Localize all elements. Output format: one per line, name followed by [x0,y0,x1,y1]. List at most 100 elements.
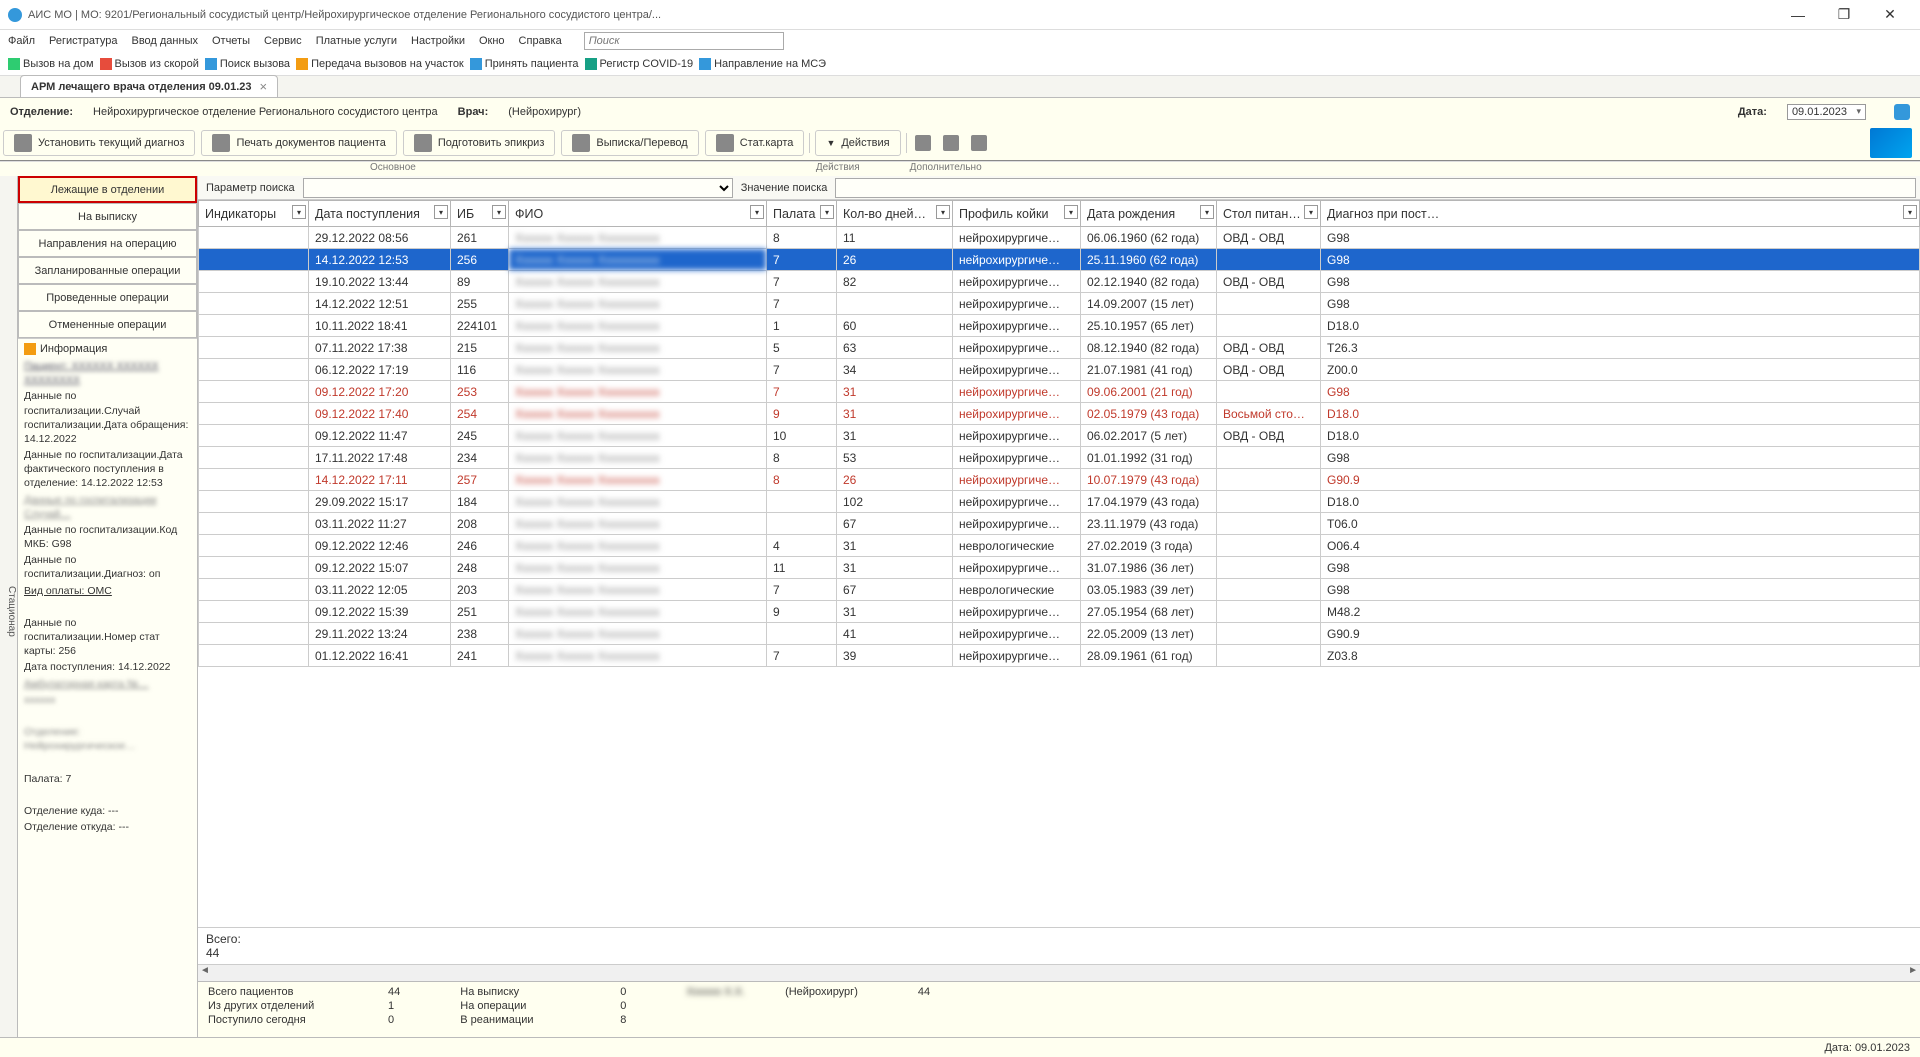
menu-reports[interactable]: Отчеты [212,35,250,47]
column-header[interactable]: Диагноз при пост…▾ [1321,201,1920,227]
nav-op-planned[interactable]: Запланированные операции [18,257,197,284]
btn-epicrisis[interactable]: Подготовить эпикриз [403,130,556,156]
minimize-button[interactable]: ― [1776,1,1820,29]
menu-search-input[interactable] [584,32,784,50]
column-header[interactable]: Дата поступления▾ [309,201,451,227]
nav-op-done[interactable]: Проведенные операции [18,284,197,311]
table-row[interactable]: 03.11.2022 12:05203Хххххх Хххххх Ххххххх… [199,579,1920,601]
filter-icon[interactable]: ▾ [750,205,764,219]
patient-link[interactable]: Пациент: ХХХХХХ ХХХХХХ ХХХХХХХХ [24,359,191,387]
quick-btn[interactable]: Принять пациента [470,58,579,70]
tab-arm[interactable]: АРМ лечащего врача отделения 09.01.23 × [20,75,278,97]
doctor-spec: (Нейрохирург) [508,106,581,118]
group-extra: Дополнительно [910,162,982,176]
extra-btn-3[interactable] [967,131,991,155]
table-row[interactable]: 09.12.2022 15:07248Хххххх Хххххх Ххххххх… [199,557,1920,579]
table-row[interactable]: 09.12.2022 11:47245Хххххх Хххххх Ххххххх… [199,425,1920,447]
menu-file[interactable]: Файл [8,35,35,47]
quick-btn[interactable]: Поиск вызова [205,58,290,70]
nav-discharge[interactable]: На выписку [18,203,197,230]
column-header[interactable]: Дата рождения▾ [1081,201,1217,227]
column-header[interactable]: ФИО▾ [509,201,767,227]
close-button[interactable]: ✕ [1868,1,1912,29]
column-header[interactable]: Индикаторы▾ [199,201,309,227]
form-icon [915,135,931,151]
search-param-select[interactable] [303,178,733,198]
horizontal-scrollbar[interactable] [198,964,1920,981]
table-row[interactable]: 07.11.2022 17:38215Хххххх Хххххх Ххххххх… [199,337,1920,359]
btn-set-diagnosis[interactable]: Установить текущий диагноз [3,130,195,156]
extra-btn-2[interactable] [939,131,963,155]
tab-label: АРМ лечащего врача отделения 09.01.23 [31,81,252,93]
quick-btn[interactable]: Вызов на дом [8,58,94,70]
quick-btn[interactable]: Направление на МСЭ [699,58,826,70]
filter-icon[interactable]: ▾ [1304,205,1318,219]
menu-settings[interactable]: Настройки [411,35,465,47]
table-row[interactable]: 14.12.2022 17:11257Хххххх Хххххх Ххххххх… [199,469,1920,491]
filter-icon[interactable]: ▾ [434,205,448,219]
archive-icon [943,135,959,151]
ambul-link[interactable]: Амбулаторная карта №… [24,677,191,691]
card-icon [716,134,734,152]
table-row[interactable]: 29.12.2022 08:56261Хххххх Хххххх Ххххххх… [199,227,1920,249]
maximize-button[interactable]: ❐ [1822,1,1866,29]
table-row[interactable]: 29.09.2022 15:17184Хххххх Хххххх Ххххххх… [199,491,1920,513]
btn-print-docs[interactable]: Печать документов пациента [201,130,396,156]
patient-grid[interactable]: Индикаторы▾Дата поступления▾ИБ▾ФИО▾Палат… [198,200,1920,927]
column-header[interactable]: Стол питан…▾ [1217,201,1321,227]
filter-icon[interactable]: ▾ [1064,205,1078,219]
menu-paid[interactable]: Платные услуги [316,35,397,47]
menu-registry[interactable]: Регистратура [49,35,117,47]
menu-help[interactable]: Справка [519,35,562,47]
quick-toolbar: Вызов на дом Вызов из скорой Поиск вызова П… [0,52,1920,76]
table-row[interactable]: 01.12.2022 16:41241Хххххх Хххххх Ххххххх… [199,645,1920,667]
quick-btn[interactable]: Вызов из скорой [100,58,199,70]
nav-op-cancelled[interactable]: Отмененные операции [18,311,197,338]
side-tab-stationary[interactable]: Стационар [0,176,18,1037]
filter-icon[interactable]: ▾ [1903,205,1917,219]
table-row[interactable]: 09.12.2022 17:20253Хххххх Хххххх Ххххххх… [199,381,1920,403]
table-row[interactable]: 09.12.2022 12:46246Хххххх Хххххх Ххххххх… [199,535,1920,557]
table-row[interactable]: 03.11.2022 11:27208Хххххх Хххххх Ххххххх… [199,513,1920,535]
filter-icon[interactable]: ▾ [1200,205,1214,219]
date-picker[interactable]: 09.01.2023 [1787,104,1866,120]
record-link[interactable]: Данные по госпитализации Случай… [24,493,191,521]
filter-icon[interactable]: ▾ [492,205,506,219]
table-row[interactable]: 06.12.2022 17:19116Хххххх Хххххх Ххххххх… [199,359,1920,381]
quick-btn[interactable]: Передача вызовов на участок [296,58,464,70]
menu-window[interactable]: Окно [479,35,505,47]
column-header[interactable]: Кол-во дней…▾ [837,201,953,227]
column-header[interactable]: Палата▾ [767,201,837,227]
search-value-input[interactable] [835,178,1916,198]
extra-btn-1[interactable] [911,131,935,155]
nav-op-referrals[interactable]: Направления на операцию [18,230,197,257]
column-header[interactable]: Профиль койки▾ [953,201,1081,227]
btn-actions[interactable]: ▼Действия [815,130,900,156]
filter-icon[interactable]: ▾ [820,205,834,219]
filter-icon[interactable]: ▾ [292,205,306,219]
stats-bar: Всего пациентов44Из других отделений1Пос… [198,981,1920,1037]
table-row[interactable]: 09.12.2022 17:40254Хххххх Хххххх Ххххххх… [199,403,1920,425]
menu-service[interactable]: Сервис [264,35,302,47]
close-icon[interactable]: × [260,79,268,94]
table-row[interactable]: 19.10.2022 13:4489Хххххх Хххххх Хххххххх… [199,271,1920,293]
info-panel: Информация Пациент: ХХХХХХ ХХХХХХ ХХХХХХ… [18,338,197,1037]
table-row[interactable]: 09.12.2022 15:39251Хххххх Хххххх Ххххххх… [199,601,1920,623]
table-row[interactable]: 10.11.2022 18:41224101Хххххх Хххххх Хххх… [199,315,1920,337]
quick-btn[interactable]: Регистр COVID-19 [585,58,694,70]
btn-statcard[interactable]: Стат.карта [705,130,805,156]
btn-discharge[interactable]: Выписка/Перевод [561,130,698,156]
search-value-label: Значение поиска [733,182,836,194]
table-row[interactable]: 29.11.2022 13:24238Хххххх Хххххх Ххххххх… [199,623,1920,645]
filter-icon[interactable]: ▾ [936,205,950,219]
left-nav: Лежащие в отделении На выписку Направлен… [18,176,198,1037]
gear-icon[interactable] [1894,104,1910,120]
column-header[interactable]: ИБ▾ [451,201,509,227]
mail-icon[interactable] [1870,128,1912,158]
menu-input[interactable]: Ввод данных [131,35,198,47]
table-row[interactable]: 14.12.2022 12:53256Хххххх Хххххх Ххххххх… [199,249,1920,271]
table-row[interactable]: 17.11.2022 17:48234Хххххх Хххххх Ххххххх… [199,447,1920,469]
nav-in-dept[interactable]: Лежащие в отделении [18,176,197,203]
tool-icon [585,58,597,70]
table-row[interactable]: 14.12.2022 12:51255Хххххх Хххххх Ххххххх… [199,293,1920,315]
